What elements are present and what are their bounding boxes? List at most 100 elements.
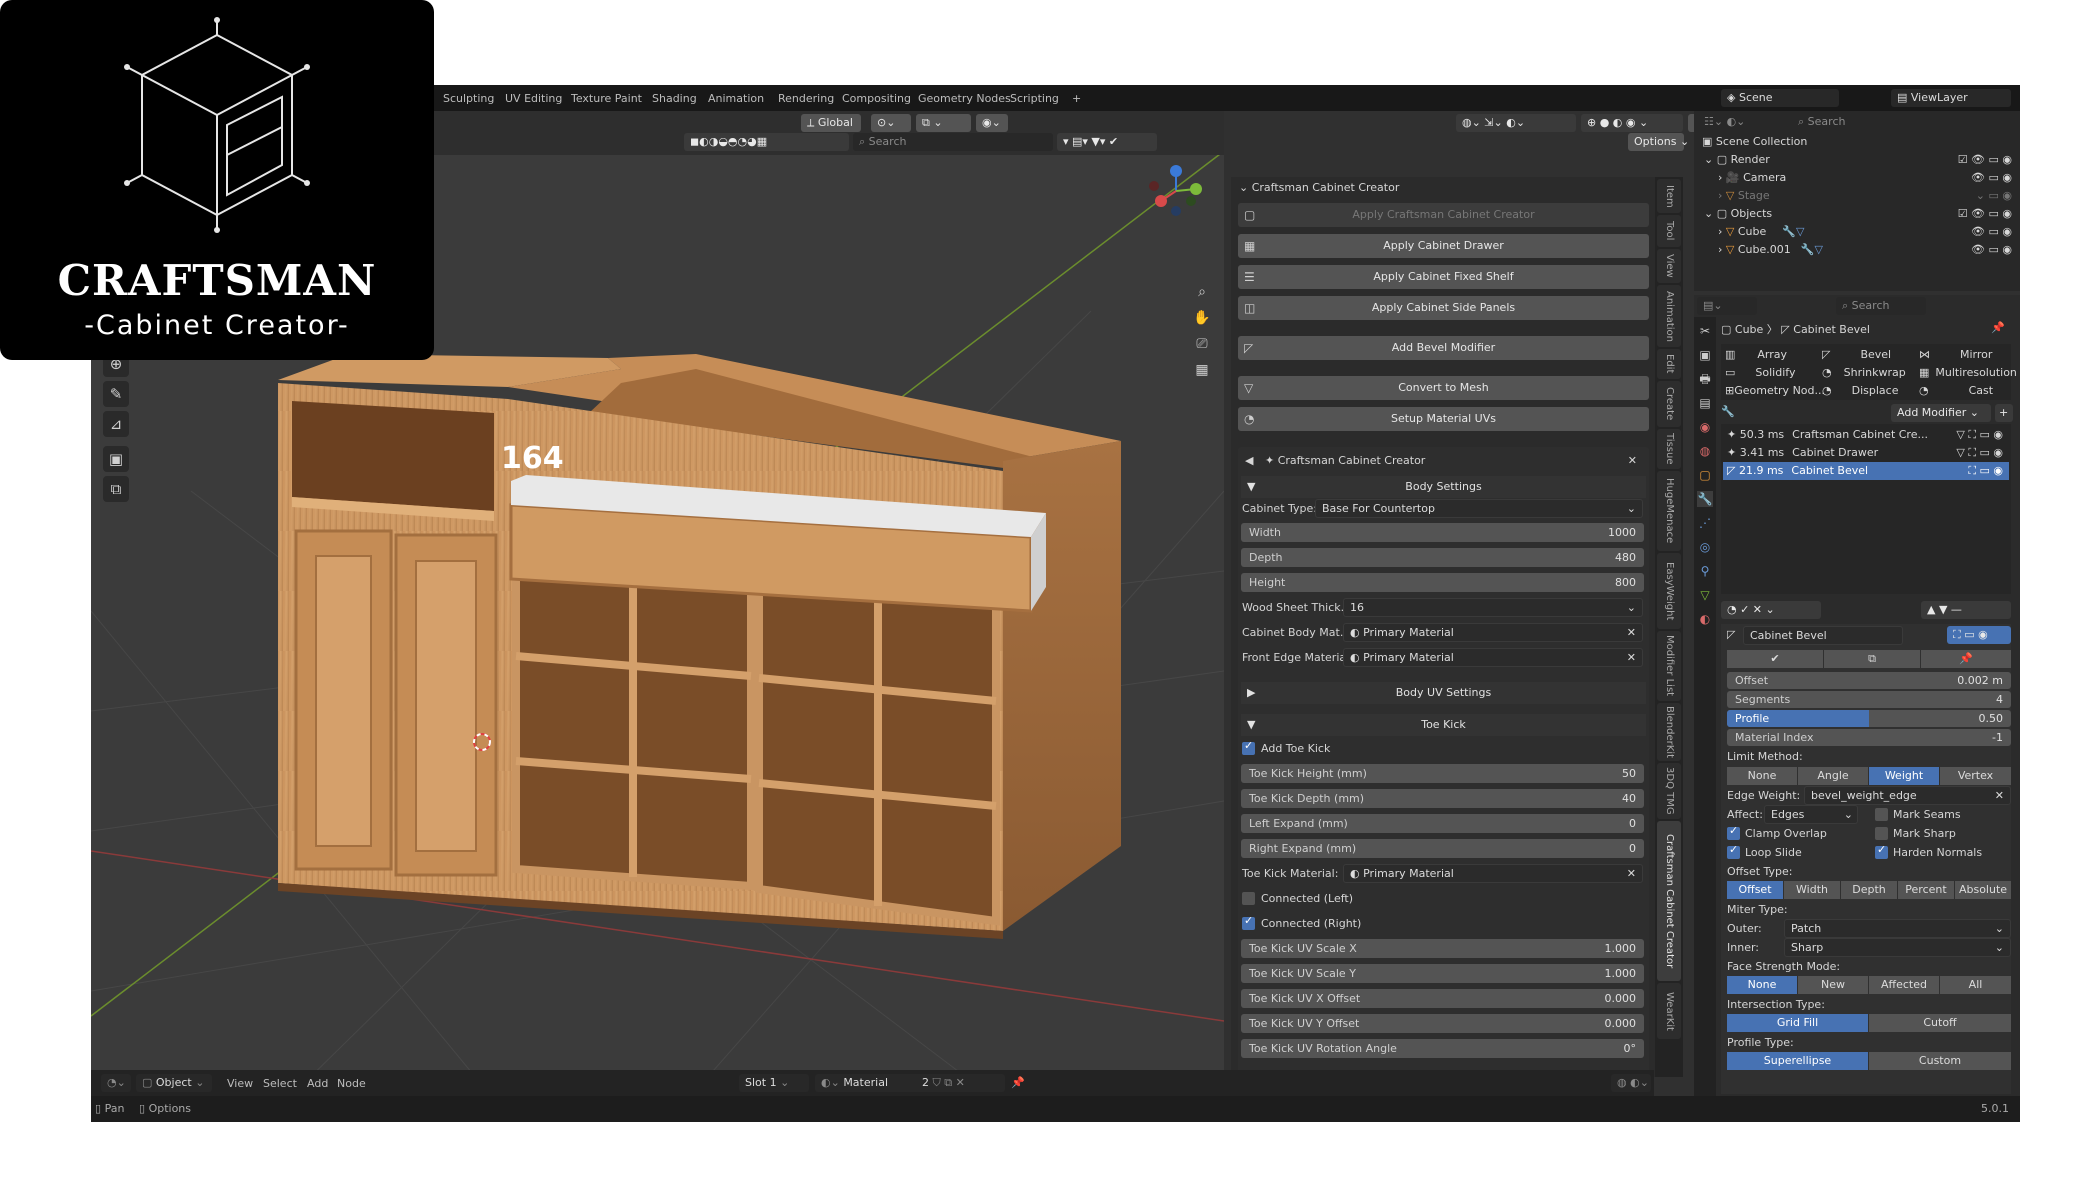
front-edge-field[interactable]: ◐ Primary Material ✕ [1343, 648, 1643, 667]
add-object-tool-icon[interactable]: ⧉ [103, 476, 129, 502]
tab-item[interactable]: Item [1657, 179, 1681, 213]
pin-icon[interactable]: 📌 [1991, 321, 2005, 334]
tab-blenderkit[interactable]: BlenderKit [1657, 703, 1681, 761]
tab-view[interactable]: View [1657, 249, 1681, 283]
uv-scale-y-field[interactable]: Toe Kick UV Scale Y 1.000 [1241, 964, 1644, 983]
view-layer-tab-icon[interactable]: ▤ [1697, 395, 1713, 411]
scene-selector[interactable]: ◈ Scene [1721, 89, 1839, 107]
menu-node[interactable]: Node [337, 1077, 366, 1090]
cube001-row[interactable]: › ▽ Cube.001 🔧▽ 👁 ▭ ◉ [1694, 241, 2020, 259]
toe-kick-depth-field[interactable]: Toe Kick Depth (mm) 40 [1241, 789, 1644, 808]
body-settings-header[interactable]: ▼ Body Settings [1241, 476, 1646, 498]
clear-icon[interactable]: ✕ [1995, 787, 2004, 804]
pivot-dropdown[interactable]: ⊙⌄ [871, 114, 911, 132]
add-bevel-button[interactable]: ◸ Add Bevel Modifier [1238, 336, 1649, 360]
uv-x-offset-field[interactable]: Toe Kick UV X Offset 0.000 [1241, 989, 1644, 1008]
clear-icon[interactable]: ✕ [1627, 624, 1636, 641]
material-tab-icon[interactable]: ◐ [1697, 611, 1713, 627]
uv-rotation-field[interactable]: Toe Kick UV Rotation Angle 0° [1241, 1039, 1644, 1058]
scene-tab-icon[interactable]: ◉ [1697, 419, 1713, 435]
limit-weight-button[interactable]: Weight [1869, 767, 1939, 785]
clear-icon[interactable]: ✕ [1627, 865, 1636, 882]
material-index-field[interactable]: Material Index -1 [1727, 729, 2011, 746]
visibility-icons[interactable]: 👁 ▭ ◉ [1971, 223, 2012, 241]
subpanel-header[interactable]: ◀ ✦ Craftsman Cabinet Creator ✕ [1231, 450, 1655, 472]
stack-visibility-icons[interactable]: ⛶ ▭ ◉ [1968, 462, 2003, 480]
view-layer-selector[interactable]: ▤ ViewLayer [1891, 89, 2011, 107]
close-icon[interactable]: ✕ [1628, 450, 1637, 472]
loop-slide-checkbox[interactable] [1727, 843, 1740, 859]
add-modifier-dropdown[interactable]: Add Modifier ⌄ [1891, 404, 1991, 422]
tab-texture-paint[interactable]: Texture Paint [571, 92, 642, 105]
render-collection-row[interactable]: ⌄ ▢ Render ☑ 👁 ▭ ◉ [1694, 151, 2020, 169]
tab-craftsman[interactable]: Craftsman Cabinet Creator [1657, 821, 1681, 981]
left-expand-field[interactable]: Left Expand (mm) 0 [1241, 814, 1644, 833]
body-material-field[interactable]: ◐ Primary Material ✕ [1343, 623, 1643, 642]
outliner-search[interactable]: ⌕ Search [1792, 113, 1902, 131]
object-tab-icon[interactable]: ▢ [1697, 467, 1713, 483]
modifier-name-field[interactable]: Cabinet Bevel [1743, 626, 1903, 645]
add-toe-kick-checkbox[interactable] [1242, 739, 1255, 755]
mode-dropdown[interactable]: ▢ Object ⌄ [136, 1074, 212, 1092]
tab-animation[interactable]: Animation [1657, 285, 1681, 347]
world-tab-icon[interactable]: ◍ [1697, 443, 1713, 459]
editor-type-dropdown[interactable]: ◔⌄ [101, 1074, 131, 1092]
outer-dropdown[interactable]: Patch ⌄ [1784, 919, 2011, 938]
particles-tab-icon[interactable]: ⋰ [1697, 515, 1713, 531]
limit-angle-button[interactable]: Angle [1798, 767, 1868, 785]
modifier-multiresolution[interactable]: ▦ Multiresolution [1919, 364, 2017, 381]
mark-seams-checkbox[interactable] [1875, 808, 1888, 821]
mark-sharp-checkbox[interactable] [1875, 827, 1888, 840]
intersection-grid-fill[interactable]: Grid Fill [1727, 1014, 1868, 1032]
uv-scale-x-field[interactable]: Toe Kick UV Scale X 1.000 [1241, 939, 1644, 958]
duplicate-button[interactable]: ⧉ [1824, 650, 1920, 668]
output-tab-icon[interactable]: 🖶 [1697, 371, 1713, 387]
snap-toggle[interactable]: ⧉ ⌄ [916, 114, 971, 132]
pin-icon[interactable]: 📌 [1011, 1076, 1025, 1089]
stack-row-bevel[interactable]: ◸ 21.9 ms Cabinet Bevel ⛶ ▭ ◉ [1723, 462, 2009, 480]
tool-tab-icon[interactable]: ✂ [1697, 323, 1713, 339]
tab-compositing[interactable]: Compositing [842, 92, 911, 105]
constraints-tab-icon[interactable]: ⚲ [1697, 563, 1713, 579]
modifier-cast[interactable]: ◔ Cast [1919, 382, 1993, 399]
options-dropdown[interactable]: Options ⌄ [1628, 133, 1689, 151]
tab-animation[interactable]: Animation [708, 92, 764, 105]
apply-button[interactable]: ✔ [1727, 650, 1823, 668]
body-uv-header[interactable]: ▶ Body UV Settings [1241, 682, 1646, 704]
tab-tissue[interactable]: Tissue [1657, 429, 1681, 469]
connected-right-checkbox[interactable] [1242, 914, 1255, 930]
setup-uvs-button[interactable]: ◔ Setup Material UVs [1238, 407, 1649, 431]
menu-add[interactable]: Add [307, 1077, 328, 1090]
toe-kick-material-field[interactable]: ◐ Primary Material ✕ [1343, 864, 1643, 883]
face-strength-none[interactable]: None [1727, 976, 1797, 994]
zoom-icon[interactable]: ⌕ [1191, 281, 1213, 303]
apply-drawer-button[interactable]: ▦ Apply Cabinet Drawer [1238, 234, 1649, 258]
properties-editor-type[interactable]: ▤⌄ [1697, 297, 1757, 315]
shading-mode-buttons[interactable]: ⊕ ● ◐ ◉ ⌄ [1581, 114, 1683, 132]
menu-view[interactable]: View [227, 1077, 253, 1090]
stage-row[interactable]: › ▽ Stage ⌄ ▭ ◉ [1694, 187, 2020, 205]
slot-dropdown[interactable]: Slot 1 ⌄ [739, 1074, 809, 1092]
tab-rendering[interactable]: Rendering [778, 92, 834, 105]
stack-row-drawer[interactable]: ✦ 3.41 ms Cabinet Drawer ▽ ⛶ ▭ ◉ [1723, 444, 2009, 462]
object-type-visibility[interactable]: ◼◐◑◒◓◔◕▦ [684, 133, 849, 151]
tab-geometry-nodes[interactable]: Geometry Nodes [918, 92, 1011, 105]
limit-none-button[interactable]: None [1727, 767, 1797, 785]
modifier-displace[interactable]: ◔ Displace [1822, 382, 1898, 399]
modifier-geometry-nodes[interactable]: ⊞Geometry Nod... [1725, 382, 1825, 399]
visibility-icons[interactable]: ☑ 👁 ▭ ◉ [1958, 205, 2012, 223]
apply-shelf-button[interactable]: ☰ Apply Cabinet Fixed Shelf [1238, 265, 1649, 289]
overlay-dropdown[interactable]: ◍ ◐⌄ [1611, 1074, 1651, 1092]
cabinet-type-dropdown[interactable]: Base For Countertop ⌄ [1315, 499, 1643, 518]
scene-collection-row[interactable]: ▣ Scene Collection [1694, 133, 2020, 151]
profile-custom[interactable]: Custom [1869, 1052, 2011, 1070]
tab-wearkit[interactable]: WearKit [1657, 983, 1681, 1039]
orientation-dropdown[interactable]: ⟂ Global [801, 114, 861, 132]
visibility-icons[interactable]: 👁 ▭ ◉ [1971, 169, 2012, 187]
tab-hugemenace[interactable]: HugeMenace [1657, 471, 1681, 551]
stack-tools[interactable]: ◔ ✓ ✕ ⌄ [1721, 601, 1821, 619]
face-strength-new[interactable]: New [1798, 976, 1868, 994]
uv-y-offset-field[interactable]: Toe Kick UV Y Offset 0.000 [1241, 1014, 1644, 1033]
tab-modifier-list[interactable]: Modifier List [1657, 631, 1681, 701]
modifier-shrinkwrap[interactable]: ◔ Shrinkwrap [1822, 364, 1906, 381]
